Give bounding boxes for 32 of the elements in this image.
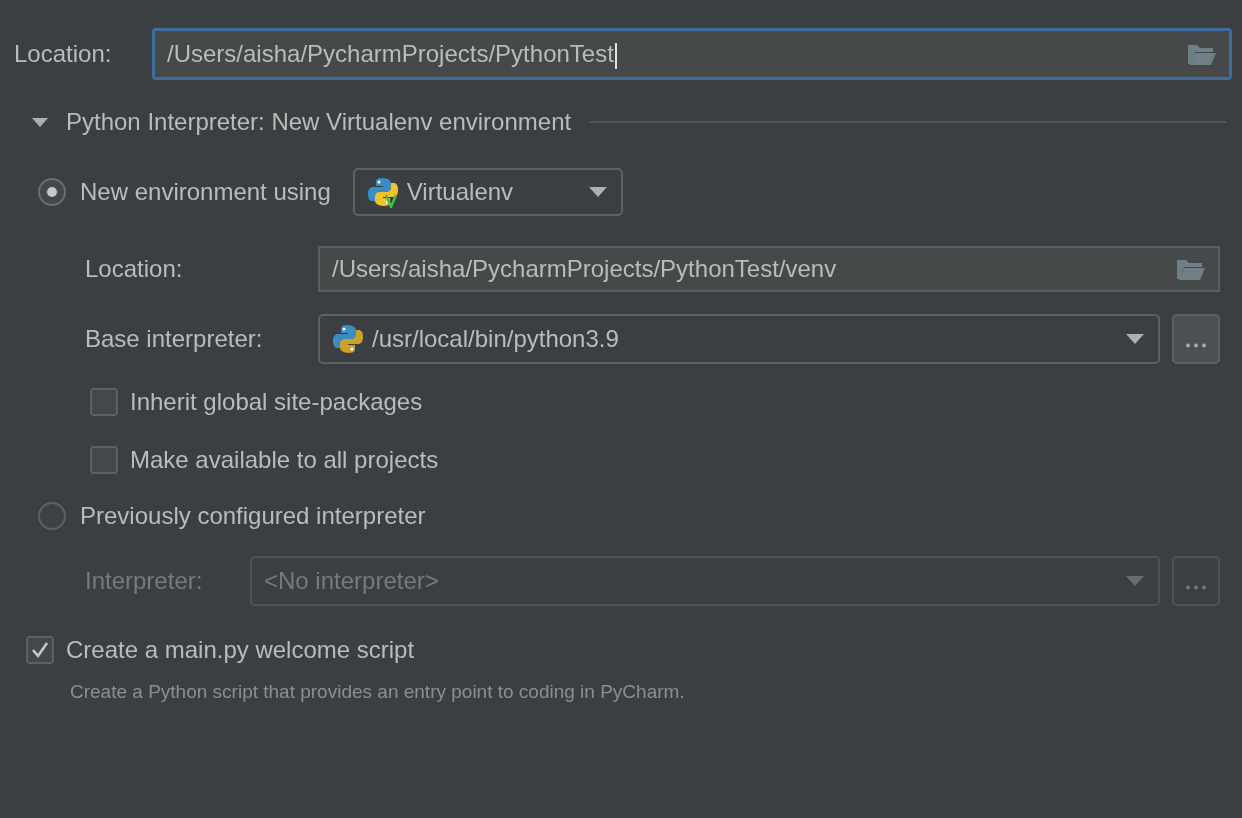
checkmark-icon xyxy=(30,641,50,659)
location-label: Location: xyxy=(14,39,113,69)
folder-icon[interactable] xyxy=(1176,257,1206,281)
radio-button[interactable] xyxy=(38,502,66,530)
field-label: Base interpreter: xyxy=(85,324,264,354)
more-icon xyxy=(1185,343,1207,348)
path-field[interactable]: /Users/aisha/PycharmProjects/PythonTest/venv xyxy=(318,246,1220,292)
location-field[interactable]: /Users/aisha/PycharmProjects/PythonTest xyxy=(152,28,1232,80)
checkbox[interactable] xyxy=(90,446,118,474)
checkbox-label: Make available to all projects xyxy=(130,445,439,475)
radio-label: Previously configured interpreter xyxy=(80,501,426,531)
environment-dropdown[interactable]: Virtualenv xyxy=(352,168,623,216)
radio-button[interactable] xyxy=(38,178,66,206)
python-icon xyxy=(332,323,364,355)
python-venv-icon xyxy=(366,176,399,208)
checkbox[interactable] xyxy=(90,388,118,416)
radio-label: New environment using xyxy=(80,177,331,207)
browse-button[interactable] xyxy=(1172,556,1220,606)
more-icon xyxy=(1185,585,1207,590)
field-label: Location: xyxy=(85,254,184,284)
folder-icon[interactable] xyxy=(1187,42,1217,66)
caret-icon xyxy=(588,187,607,197)
caret-icon xyxy=(1126,576,1144,586)
interpreter-dropdown[interactable]: /usr/local/bin/python3.9 xyxy=(318,314,1160,364)
field-label: Interpreter: xyxy=(85,566,204,596)
welcome-script-description: Create a Python script that provides an entry point to coding in PyCharm. xyxy=(69,680,686,704)
checkbox-label: Inherit global site-packages xyxy=(130,387,423,417)
browse-button[interactable] xyxy=(1172,314,1220,364)
checkbox-label: Create a main.py welcome script xyxy=(66,635,415,665)
caret-icon xyxy=(1126,334,1144,344)
checkbox[interactable] xyxy=(26,636,54,664)
section-title[interactable]: Python Interpreter: New Virtualenv environment xyxy=(66,104,572,140)
